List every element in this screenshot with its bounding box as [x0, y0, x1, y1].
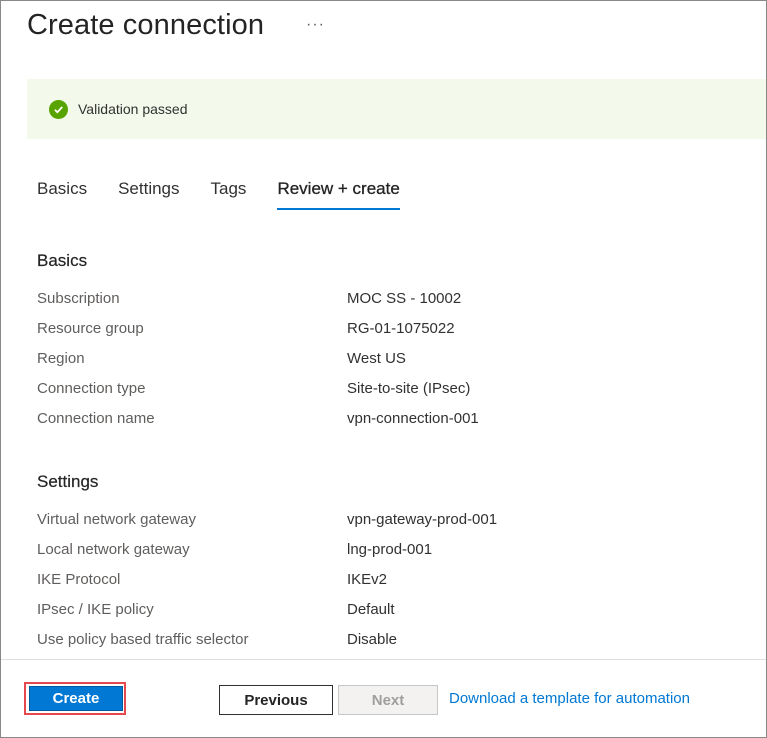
- create-button[interactable]: Create: [29, 686, 123, 711]
- row-label: Connection type: [37, 380, 146, 397]
- row-label: Virtual network gateway: [37, 511, 196, 528]
- row-value: RG-01-1075022: [347, 320, 455, 337]
- more-options-icon[interactable]: ···: [306, 16, 325, 34]
- tab-basics[interactable]: Basics: [37, 179, 87, 210]
- checkmark-icon: [49, 99, 68, 119]
- validation-message: Validation passed: [78, 101, 188, 117]
- row-value: Site-to-site (IPsec): [347, 380, 471, 397]
- footer-divider: [1, 659, 766, 660]
- row-value: MOC SS - 10002: [347, 290, 462, 307]
- tab-review-create[interactable]: Review + create: [277, 179, 400, 210]
- row-value: West US: [347, 350, 406, 367]
- row-label: IKE Protocol: [37, 571, 121, 588]
- basics-section-title: Basics: [37, 251, 88, 270]
- row-label: Connection name: [37, 410, 155, 427]
- row-label: IPsec / IKE policy: [37, 601, 154, 618]
- row-label: Region: [37, 350, 85, 367]
- settings-section-title: Settings: [37, 472, 99, 491]
- tab-bar: Basics Settings Tags Review + create: [37, 179, 431, 210]
- tab-settings[interactable]: Settings: [118, 179, 179, 210]
- row-value: Disable: [347, 631, 398, 648]
- validation-banner: Validation passed: [27, 79, 766, 139]
- row-value: Default: [347, 601, 395, 618]
- previous-button[interactable]: Previous: [219, 685, 333, 715]
- download-template-link[interactable]: Download a template for automation: [449, 690, 690, 707]
- page-title: Create connection: [27, 9, 265, 41]
- row-label: Local network gateway: [37, 541, 190, 558]
- row-value: IKEv2: [347, 571, 388, 588]
- row-label: Use policy based traffic selector: [37, 631, 249, 648]
- tab-tags[interactable]: Tags: [211, 179, 247, 210]
- row-label: Resource group: [37, 320, 144, 337]
- row-label: Subscription: [37, 290, 120, 307]
- next-button[interactable]: Next: [338, 685, 438, 715]
- row-value: vpn-gateway-prod-001: [347, 511, 498, 528]
- row-value: vpn-connection-001: [347, 410, 479, 427]
- row-value: lng-prod-001: [347, 541, 433, 558]
- create-connection-panel: Create connection ··· Validation passed …: [0, 0, 767, 738]
